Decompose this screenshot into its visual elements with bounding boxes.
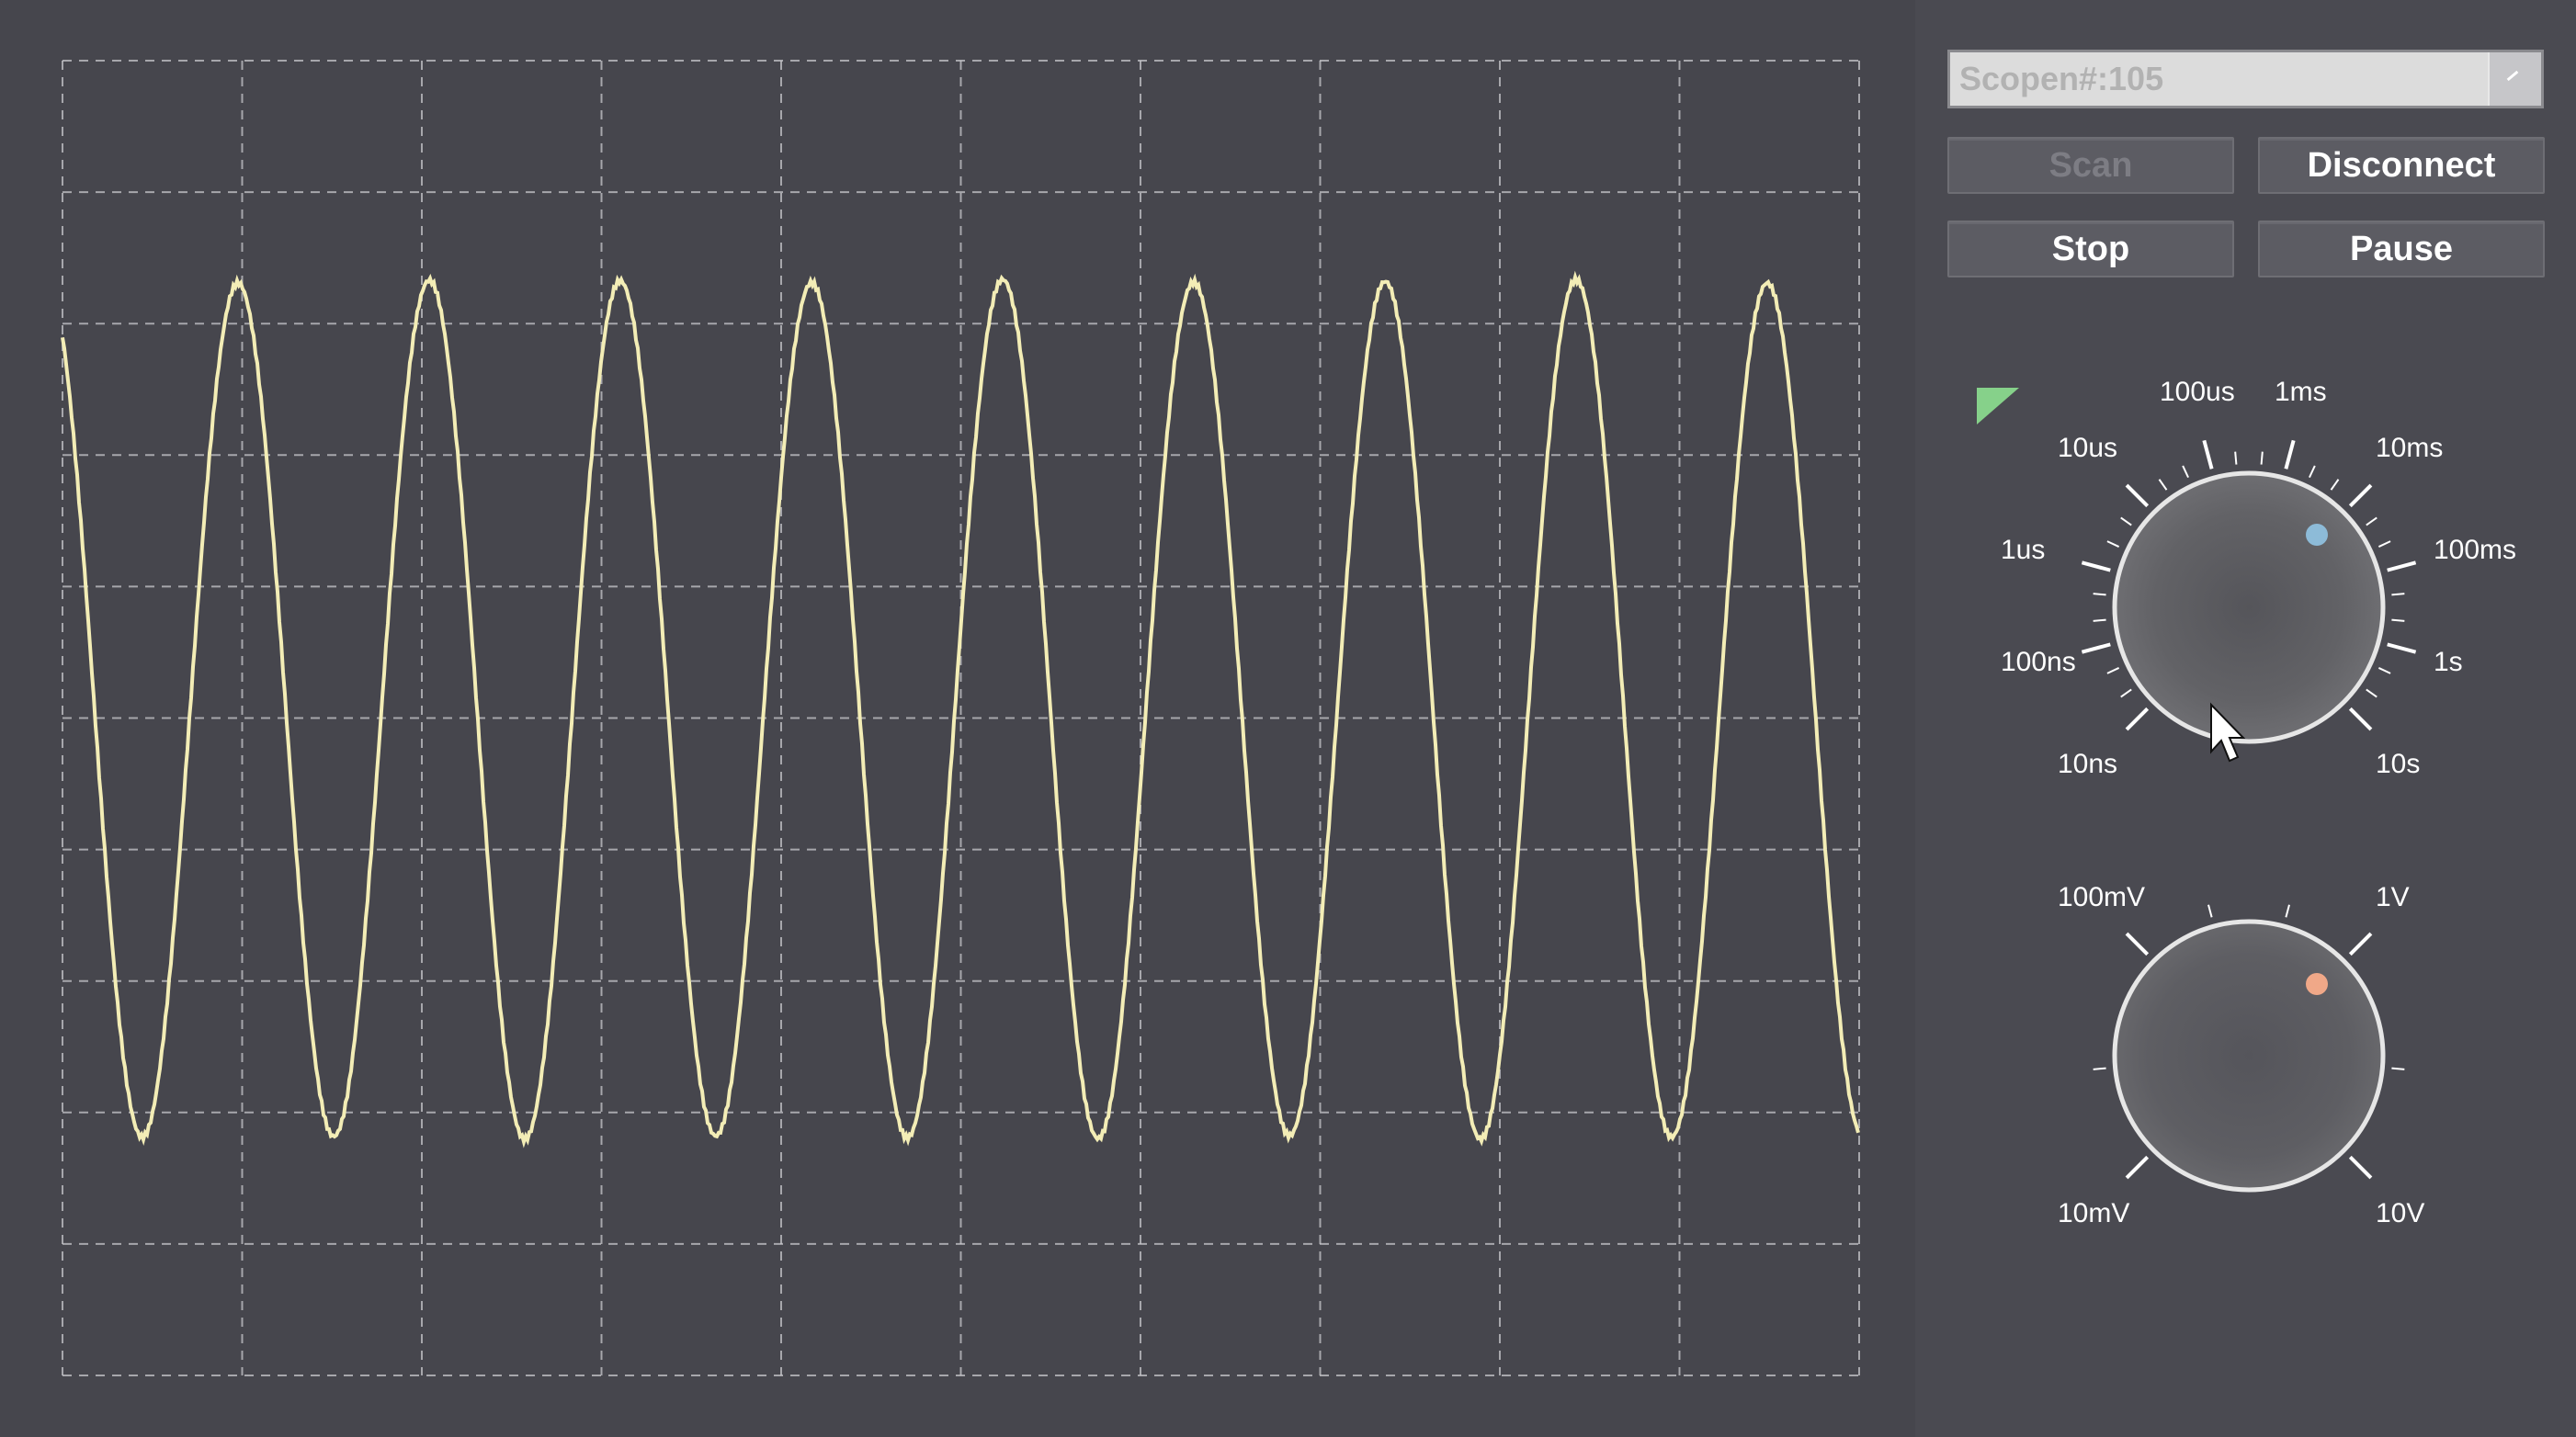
knob-tick — [2207, 904, 2213, 918]
timebase-knob-dial[interactable] — [2112, 470, 2386, 744]
knob-tick — [2348, 707, 2373, 731]
timebase-knob[interactable]: 10ns 100ns 1us 10us 100us 1ms 10ms 100ms… — [2001, 377, 2516, 779]
timebase-label-100us: 100us — [2160, 377, 2235, 407]
knob-tick — [2366, 688, 2377, 698]
knob-tick — [2182, 465, 2189, 479]
timebase-label-10s: 10s — [2376, 749, 2420, 779]
knob-tick — [2202, 439, 2214, 470]
knob-tick — [2260, 451, 2264, 465]
volts-label-100mV: 100mV — [2058, 882, 2145, 912]
knob-tick — [2348, 483, 2373, 508]
knob-tick — [2348, 1155, 2373, 1180]
knob-tick — [2125, 707, 2150, 731]
knob-tick — [2120, 516, 2132, 526]
volts-label-1V: 1V — [2376, 882, 2410, 912]
knob-tick — [2377, 540, 2391, 548]
knob-tick — [2081, 560, 2111, 572]
knob-tick — [2125, 1155, 2150, 1180]
knob-tick — [2309, 465, 2316, 479]
timebase-label-100ms: 100ms — [2434, 535, 2516, 565]
volts-knob[interactable]: 10mV 100mV 1V 10V — [2058, 882, 2424, 1228]
timebase-label-10ms: 10ms — [2376, 433, 2443, 463]
knob-tick — [2158, 479, 2168, 491]
timebase-knob-indicator — [2306, 524, 2328, 546]
knob-tick — [2387, 560, 2417, 572]
timebase-label-1ms: 1ms — [2275, 377, 2327, 407]
timebase-label-1s: 1s — [2434, 647, 2463, 677]
knob-tick — [2106, 667, 2120, 674]
knob-tick — [2284, 439, 2296, 470]
timebase-label-10ns: 10ns — [2058, 749, 2117, 779]
knob-tick — [2366, 516, 2377, 526]
knob-tick — [2330, 479, 2340, 491]
knob-tick — [2391, 618, 2405, 622]
oscilloscope-display — [0, 0, 1915, 1437]
knob-tick — [2234, 451, 2238, 465]
volts-label-10mV: 10mV — [2058, 1198, 2129, 1228]
knob-tick — [2387, 642, 2417, 654]
timebase-label-10us: 10us — [2058, 433, 2117, 463]
waveform-plot — [61, 60, 1860, 1376]
knob-tick — [2106, 540, 2120, 548]
timebase-label-100ns: 100ns — [2001, 647, 2076, 677]
volts-knob-dial[interactable] — [2112, 919, 2386, 1193]
knob-tick — [2377, 667, 2391, 674]
volts-label-10V: 10V — [2376, 1198, 2424, 1228]
knob-tick — [2348, 932, 2373, 956]
knob-area: 10ns 100ns 1us 10us 100us 1ms 10ms 100ms… — [1977, 377, 2516, 1228]
knob-tick — [2081, 642, 2111, 654]
knob-tick — [2120, 688, 2132, 698]
timebase-label-1us: 1us — [2001, 535, 2045, 565]
knob-tick — [2125, 932, 2150, 956]
graticule — [62, 60, 1860, 1376]
volts-knob-indicator — [2306, 973, 2328, 995]
knob-tick — [2285, 904, 2290, 918]
trigger-slope-icon[interactable] — [1977, 388, 2019, 424]
knob-tick — [2093, 618, 2106, 622]
knob-tick — [2125, 483, 2150, 508]
